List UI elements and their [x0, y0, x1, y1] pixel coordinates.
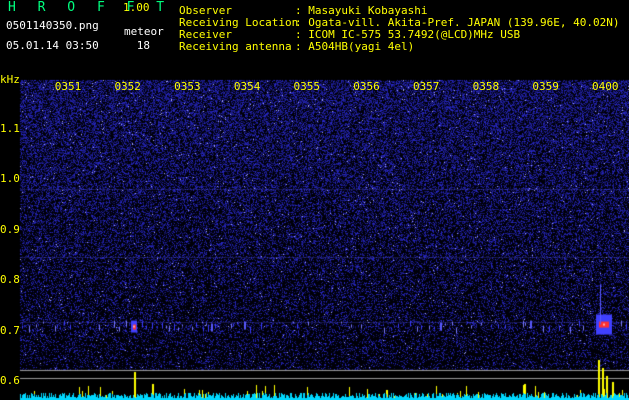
timestamp: 05.01.14 03:50: [6, 39, 99, 52]
x-tick-label: 0356: [353, 80, 380, 93]
info-key: Receiving antenna: [179, 40, 292, 53]
x-tick-label: 0400: [592, 80, 619, 93]
x-tick-label: 0355: [293, 80, 321, 93]
y-axis-unit-label: kHz: [0, 73, 20, 86]
x-tick-label: 0358: [472, 80, 500, 93]
info-value: : A504HB(yagi 4el): [295, 40, 415, 53]
x-tick-label: 0354: [233, 80, 261, 93]
meteor-label: meteor: [124, 25, 164, 38]
x-tick-label: 0353: [174, 80, 201, 93]
y-tick-label: 0.7: [0, 323, 20, 337]
meteor-count: 18: [136, 39, 150, 52]
app-version: 1.00: [123, 1, 150, 14]
info-row-antenna: Receiving antenna: A504HB(yagi 4el): [179, 41, 414, 53]
x-tick-label: 0352: [114, 80, 141, 93]
y-tick-label: 1.0: [0, 172, 20, 186]
y-tick-label: 0.9: [0, 222, 20, 236]
x-tick-label: 0357: [412, 80, 440, 93]
y-tick-label: 1.1: [0, 122, 20, 135]
x-tick-label: 0359: [532, 80, 559, 93]
x-tick-label: 0351: [54, 80, 82, 93]
y-tick-label: 0.6: [0, 374, 20, 387]
y-tick-label: 0.8: [0, 273, 20, 287]
file-name: 0501140350.png: [6, 19, 99, 32]
spectrogram-canvas: [0, 72, 629, 400]
